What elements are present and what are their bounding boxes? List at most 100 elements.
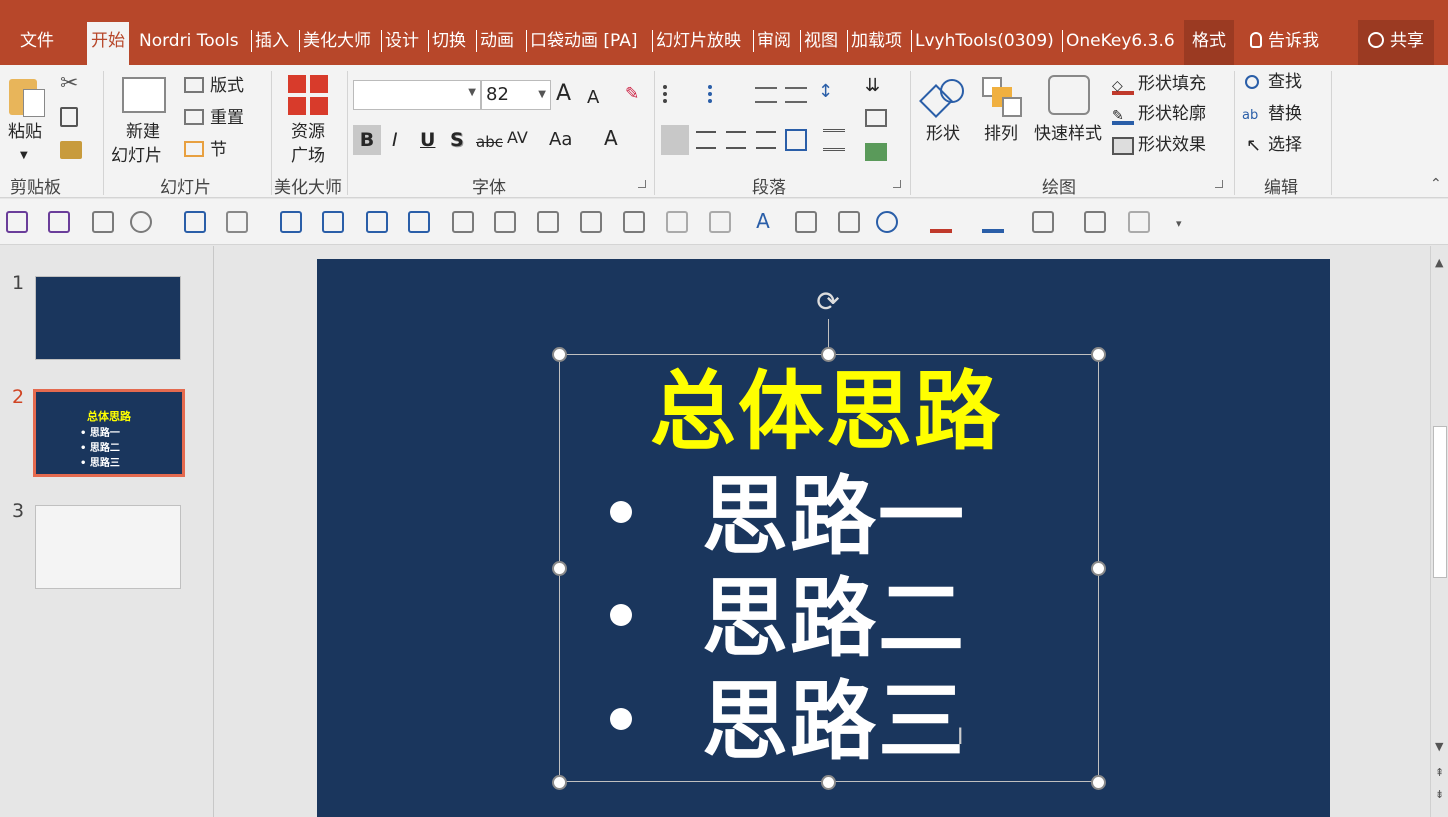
align-group-icon[interactable] xyxy=(226,211,248,233)
quick-styles-icon[interactable] xyxy=(1048,75,1090,115)
customize-qat-icon[interactable]: ▾ xyxy=(1176,213,1182,235)
align-center-icon[interactable] xyxy=(696,131,716,149)
quick-styles-button[interactable]: 快速样式 xyxy=(1034,123,1102,145)
save-as-icon[interactable] xyxy=(48,211,70,233)
reset-button[interactable]: 重置 xyxy=(210,107,244,129)
shadow-button[interactable]: S xyxy=(450,129,464,151)
outline-qat-icon[interactable] xyxy=(982,211,1004,233)
paste-dropdown-icon[interactable]: ▼ xyxy=(20,145,28,167)
shapes-icon[interactable] xyxy=(919,79,964,118)
find-button[interactable]: 查找 xyxy=(1268,71,1302,93)
distribute-icon[interactable] xyxy=(785,129,807,151)
tab-addins[interactable]: 加载项 xyxy=(847,30,902,52)
tab-nordri-tools[interactable]: Nordri Tools xyxy=(139,30,239,52)
tab-beautify[interactable]: 美化大师 xyxy=(299,30,371,52)
resource-square-icon[interactable] xyxy=(288,75,328,115)
tab-pocket-animation[interactable]: 口袋动画 [PA] xyxy=(526,30,637,52)
share-button[interactable]: 共享 xyxy=(1358,20,1434,65)
scrollbar-thumb[interactable] xyxy=(1433,426,1447,578)
fill-qat-icon[interactable] xyxy=(930,211,952,233)
next-slide-icon[interactable]: ⇟ xyxy=(1435,788,1444,801)
paste-button[interactable]: 粘贴 xyxy=(8,121,42,143)
columns-icon[interactable] xyxy=(823,129,845,151)
replace-button[interactable]: 替换 xyxy=(1268,103,1302,125)
resize-handle[interactable] xyxy=(821,775,836,790)
change-case-button[interactable]: Aa xyxy=(549,129,572,151)
tab-file[interactable]: 文件 xyxy=(20,30,54,52)
bullet-item-1[interactable]: 思路一 xyxy=(702,467,966,567)
align-text-icon[interactable] xyxy=(865,109,887,127)
justify-icon[interactable] xyxy=(756,131,776,149)
copy-icon[interactable] xyxy=(60,107,78,127)
vertical-scrollbar[interactable]: ▲ ▼ ⇞ ⇟ xyxy=(1430,246,1448,817)
slide-canvas[interactable]: ⟳ 总体思路 思路一 思路二 思路三 I xyxy=(317,259,1330,817)
clear-format-icon[interactable]: ✎ xyxy=(625,83,639,105)
grow-font-button[interactable]: A xyxy=(556,83,571,105)
distribute-h-qat-icon[interactable] xyxy=(537,211,559,233)
resource-square-button[interactable]: 广场 xyxy=(291,145,325,167)
resize-handle[interactable] xyxy=(552,347,567,362)
tab-design[interactable]: 设计 xyxy=(381,30,419,52)
from-start-icon[interactable] xyxy=(92,211,114,233)
layout-button[interactable]: 版式 xyxy=(210,75,244,97)
wordart-qat-icon[interactable]: A xyxy=(752,211,774,233)
tab-format[interactable]: 格式 xyxy=(1184,20,1234,65)
tab-insert[interactable]: 插入 xyxy=(251,30,289,52)
distribute-v-qat-icon[interactable] xyxy=(580,211,602,233)
resize-handle[interactable] xyxy=(552,775,567,790)
underline-button[interactable]: U xyxy=(420,129,435,151)
new-slide-label-1[interactable]: 新建 xyxy=(126,121,160,143)
picture-qat-icon[interactable] xyxy=(838,211,860,233)
resource-label-1[interactable]: 资源 xyxy=(291,121,325,143)
bullet-item-2[interactable]: 思路二 xyxy=(702,569,966,669)
smartart-icon[interactable] xyxy=(865,143,887,161)
decrease-indent-icon[interactable] xyxy=(755,87,777,103)
format-painter-icon[interactable] xyxy=(60,141,82,159)
select-button[interactable]: 选择 xyxy=(1268,134,1302,156)
scroll-up-icon[interactable]: ▲ xyxy=(1435,256,1443,269)
tab-view[interactable]: 视图 xyxy=(800,30,838,52)
align-center-qat-icon[interactable] xyxy=(494,211,516,233)
resize-handle[interactable] xyxy=(821,347,836,362)
ungroup-qat-icon[interactable] xyxy=(666,211,688,233)
bold-button[interactable]: B xyxy=(353,125,381,155)
bullet-item-3[interactable]: 思路三 xyxy=(702,672,966,772)
resize-handle[interactable] xyxy=(1091,347,1106,362)
new-slide-icon[interactable] xyxy=(122,77,166,113)
numbering-icon[interactable] xyxy=(708,85,730,103)
shape-fill-button[interactable]: 形状填充 xyxy=(1138,73,1206,95)
strikethrough-button[interactable]: abc xyxy=(476,131,503,153)
text-direction-icon[interactable]: ⇊ xyxy=(865,75,880,97)
save-icon[interactable] xyxy=(6,211,28,233)
tab-transitions[interactable]: 切换 xyxy=(428,30,466,52)
cut-icon[interactable]: ✂ xyxy=(60,73,78,95)
font-dialog-launcher-icon[interactable] xyxy=(638,180,646,188)
scroll-down-icon[interactable]: ▼ xyxy=(1435,740,1443,753)
tab-home[interactable]: 开始 xyxy=(87,22,129,65)
tell-me-box[interactable]: 告诉我 xyxy=(1250,30,1319,52)
bullets-icon[interactable] xyxy=(663,85,685,103)
char-spacing-button[interactable]: AV xyxy=(507,127,528,149)
align-left-icon[interactable] xyxy=(661,125,689,155)
resize-handle[interactable] xyxy=(1091,561,1106,576)
text-qat-icon[interactable] xyxy=(1084,211,1106,233)
slide-thumbnail-3[interactable] xyxy=(35,505,181,589)
format-painter-qat-icon[interactable] xyxy=(184,211,206,233)
italic-button[interactable]: I xyxy=(392,129,398,151)
font-color-button[interactable]: A xyxy=(604,127,618,149)
previous-slide-icon[interactable]: ⇞ xyxy=(1435,766,1444,779)
section-button[interactable]: 节 xyxy=(210,139,227,161)
effects-qat-icon[interactable] xyxy=(1032,211,1054,233)
shrink-font-button[interactable]: A xyxy=(587,87,599,109)
table-qat-icon[interactable] xyxy=(1128,211,1150,233)
new-slide-button[interactable]: 幻灯片 xyxy=(111,145,162,167)
align-left-qat-icon[interactable] xyxy=(280,211,302,233)
paragraph-dialog-launcher-icon[interactable] xyxy=(893,180,901,188)
shapes-button[interactable]: 形状 xyxy=(926,123,960,145)
increase-indent-icon[interactable] xyxy=(785,87,807,103)
textbox-qat-icon[interactable] xyxy=(795,211,817,233)
merge-shapes-icon[interactable] xyxy=(130,211,152,233)
align-top-qat-icon[interactable] xyxy=(366,211,388,233)
drawing-dialog-launcher-icon[interactable] xyxy=(1215,180,1223,188)
collapse-ribbon-icon[interactable]: ⌃ xyxy=(1430,173,1442,195)
